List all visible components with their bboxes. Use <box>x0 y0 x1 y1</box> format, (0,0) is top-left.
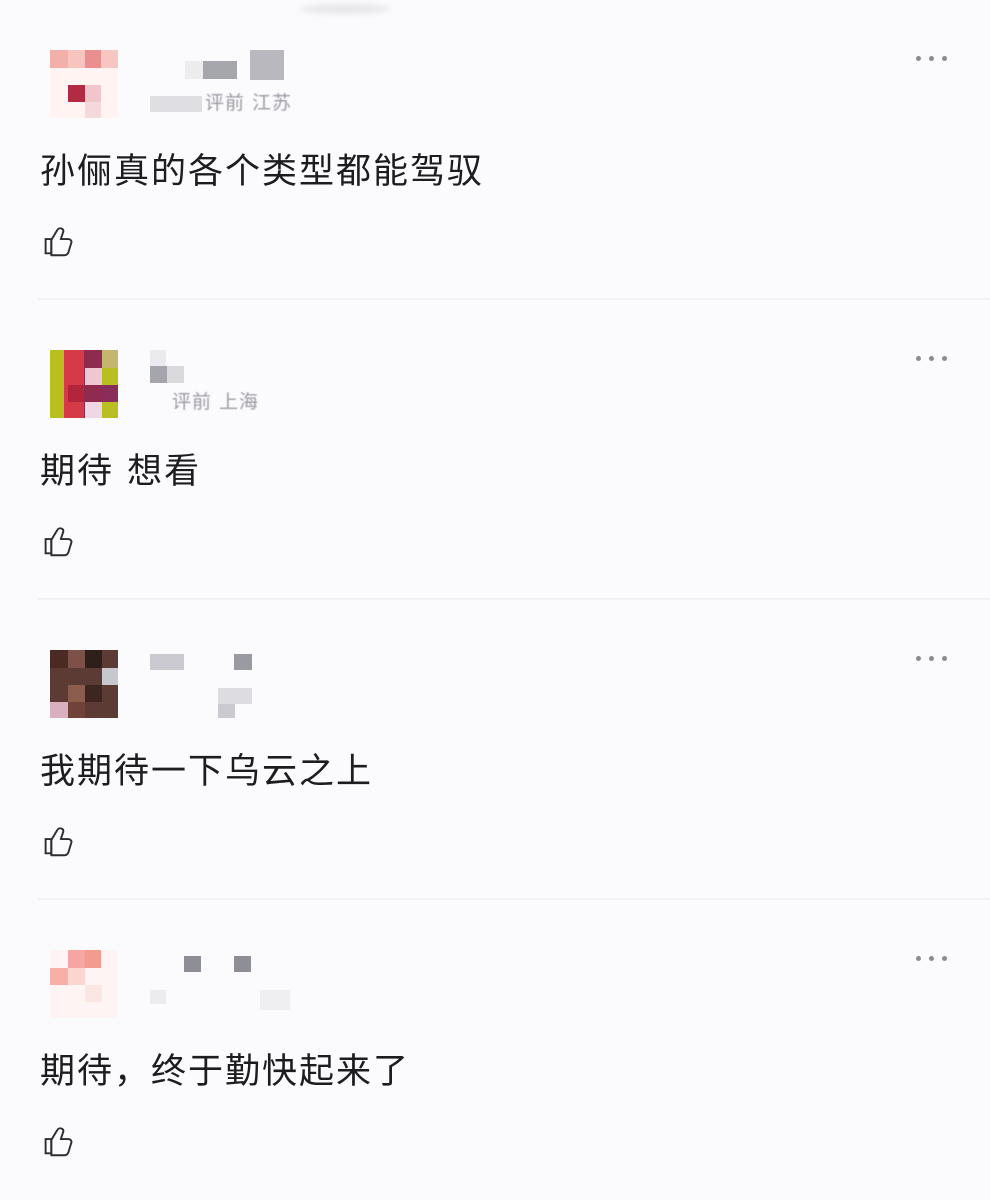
avatar[interactable] <box>50 50 118 118</box>
thumbs-up-icon <box>44 1127 73 1157</box>
comment-item-2: 评前 上海 期待 想看 <box>0 300 990 600</box>
more-dot-icon <box>942 356 947 361</box>
more-dot-icon <box>929 656 934 661</box>
comment-item-4: 期待，终于勤快起来了 <box>0 900 990 1200</box>
thumbs-up-icon <box>44 827 73 857</box>
comment-item-3: 我期待一下乌云之上 <box>0 600 990 900</box>
thumbs-up-icon <box>44 227 73 257</box>
user-meta <box>150 946 450 1016</box>
comment-text: 期待，终于勤快起来了 <box>40 1052 411 1092</box>
comment-text: 我期待一下乌云之上 <box>40 752 374 792</box>
more-dot-icon <box>929 356 934 361</box>
like-button[interactable] <box>38 222 78 262</box>
more-dot-icon <box>942 656 947 661</box>
more-options-button[interactable] <box>910 48 954 68</box>
more-dot-icon <box>942 56 947 61</box>
more-dot-icon <box>942 956 947 961</box>
thumbs-up-icon <box>44 527 73 557</box>
avatar[interactable] <box>50 950 118 1018</box>
more-dot-icon <box>929 956 934 961</box>
comment-item-1: 评前 江苏 孙俪真的各个类型都能驾驭 <box>0 0 990 300</box>
like-button[interactable] <box>38 822 78 862</box>
like-button[interactable] <box>38 522 78 562</box>
more-dot-icon <box>929 56 934 61</box>
avatar[interactable] <box>50 350 118 418</box>
username-meta-text: 评前 上海 <box>172 391 260 413</box>
more-options-button[interactable] <box>910 348 954 368</box>
user-meta <box>150 646 450 718</box>
user-meta: 评前 江苏 <box>150 46 450 116</box>
like-button[interactable] <box>38 1122 78 1162</box>
more-dot-icon <box>916 356 921 361</box>
avatar[interactable] <box>50 650 118 718</box>
more-dot-icon <box>916 656 921 661</box>
comment-text: 孙俪真的各个类型都能驾驭 <box>40 152 485 192</box>
more-options-button[interactable] <box>910 648 954 668</box>
user-meta: 评前 上海 <box>150 346 450 416</box>
more-dot-icon <box>916 956 921 961</box>
comment-text: 期待 想看 <box>40 452 202 492</box>
comment-feed: 评前 江苏 孙俪真的各个类型都能驾驭 评前 上海 期待 想看 我期待一下乌云之上… <box>0 0 990 1200</box>
more-dot-icon <box>916 56 921 61</box>
more-options-button[interactable] <box>910 948 954 968</box>
username-meta-text: 评前 江苏 <box>205 92 293 114</box>
